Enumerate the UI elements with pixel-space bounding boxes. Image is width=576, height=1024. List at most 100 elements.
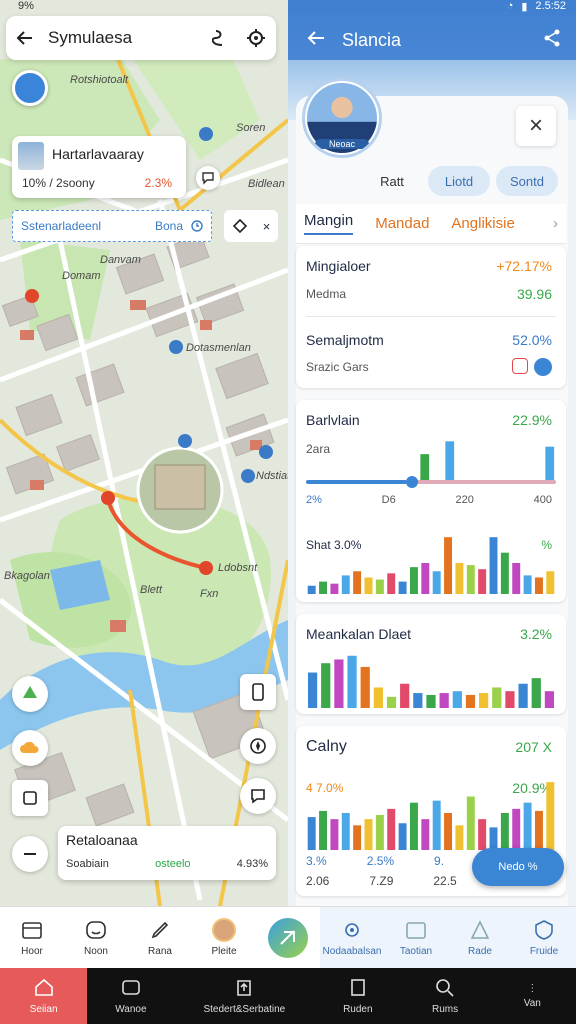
system-bar: Seiian Wanoe Stedert&Serbatine Ruden Rum…	[0, 968, 576, 1024]
nav-item-pleite[interactable]: Pleite	[192, 907, 256, 968]
minus-icon[interactable]	[12, 836, 48, 872]
chart-bar	[307, 585, 316, 594]
calendar-icon	[20, 918, 44, 942]
chart-bar	[478, 819, 487, 850]
home-icon	[33, 977, 55, 1000]
segment-button[interactable]: Ratt	[364, 166, 420, 196]
close-icon[interactable]: ×	[263, 219, 271, 234]
chart-bar	[465, 694, 476, 708]
avatar[interactable]: Neoac	[302, 78, 382, 158]
close-button[interactable]: ×	[516, 106, 556, 146]
chart-title: Barlvlain	[306, 412, 360, 428]
share-icon[interactable]	[542, 28, 562, 53]
place-card[interactable]: Hartarlavaaray 10% / 2soony 2.3%	[12, 136, 186, 198]
chart-bar	[307, 672, 318, 708]
nav-item-center[interactable]	[256, 907, 320, 968]
layers-icon[interactable]	[232, 218, 248, 234]
chart-bar	[489, 827, 498, 850]
cloud-icon[interactable]	[12, 730, 48, 766]
clock-icon[interactable]	[191, 220, 203, 232]
map-search-bar[interactable]: Sstenarladeenl Bona	[12, 210, 212, 242]
route-icon[interactable]	[212, 29, 228, 47]
tab-mangin[interactable]: Mangin	[304, 212, 354, 235]
chart-bar	[387, 808, 396, 850]
stat-value: +72.17%	[496, 258, 552, 274]
range-slider[interactable]	[306, 476, 556, 488]
route-summary-card[interactable]: Retaloanaa Soabiain osteelo 4.93%	[58, 826, 276, 880]
segment-button[interactable]: Sontd	[496, 166, 558, 196]
pen-icon	[148, 918, 172, 942]
close-icon: ×	[528, 112, 543, 139]
map-label: Bidlean	[248, 178, 285, 190]
floating-action-button[interactable]: Nedo %	[472, 848, 564, 886]
chart-bar	[545, 446, 555, 484]
chevron-right-icon[interactable]: ›	[553, 215, 558, 232]
chart-bar	[426, 694, 436, 708]
search-icon	[434, 977, 456, 1000]
chart-bar	[500, 812, 509, 850]
chart-bar	[444, 812, 453, 850]
sys-item-rums[interactable]: Rums	[401, 968, 488, 1024]
compass-icon[interactable]	[240, 728, 276, 764]
chart-foot-label: 9.	[434, 854, 445, 868]
back-arrow-icon[interactable]	[306, 28, 326, 53]
tab-bar: Mangin Mandad Anglikisie ›	[296, 204, 566, 244]
sys-item-stedert[interactable]: Stedert&Serbatine	[175, 968, 315, 1024]
sys-item-home[interactable]: Seiian	[0, 968, 88, 1024]
back-arrow-icon[interactable]	[16, 29, 34, 47]
nav-item-rade[interactable]: Rade	[448, 907, 512, 968]
segment-button[interactable]: Liotd	[428, 166, 490, 196]
tree-icon[interactable]	[12, 676, 48, 712]
chart-bar	[466, 796, 475, 850]
moon-icon[interactable]	[534, 358, 552, 376]
shield-icon	[532, 918, 556, 942]
chart-bar	[360, 666, 370, 708]
more-icon: ⋮	[527, 983, 538, 994]
chart-bar	[505, 691, 515, 708]
sys-label: Van	[523, 998, 541, 1009]
chat-bubble-icon[interactable]	[196, 166, 220, 190]
chart-foot-value: 2.06	[306, 874, 330, 888]
nav-item-nodaabalsan[interactable]: Nodaabalsan	[320, 907, 384, 968]
locate-icon[interactable]	[246, 28, 266, 48]
chart-bar	[375, 815, 384, 850]
chart-bar	[330, 583, 339, 594]
map-label: Ndstiat	[256, 470, 288, 482]
square-icon[interactable]	[12, 780, 48, 816]
message-icon[interactable]	[240, 778, 276, 814]
chart-title: Meankalan Dlaet	[306, 626, 412, 642]
chart-bar	[373, 687, 383, 708]
sys-item-wanoe[interactable]: Wanoe	[87, 968, 174, 1024]
slider-handle[interactable]	[406, 476, 418, 488]
chart-bar	[512, 563, 521, 594]
sys-item-ruden[interactable]: Ruden	[314, 968, 401, 1024]
chart-bar	[400, 683, 410, 708]
triangle-icon	[468, 918, 492, 942]
map-view[interactable]: Rotshiotoalt Danvam Soren Domam Bidlean …	[0, 0, 288, 906]
tab-anglikisie[interactable]: Anglikisie	[451, 215, 514, 232]
slider-label: 2%	[306, 494, 322, 506]
nav-item-taotian[interactable]: Taotian	[384, 907, 448, 968]
nav-item-fruide[interactable]: Fruide	[512, 907, 576, 968]
sys-item-van[interactable]: ⋮ Van	[489, 968, 576, 1024]
nav-item-hoor[interactable]: Hoor	[0, 907, 64, 968]
my-location-button[interactable]	[12, 70, 48, 106]
sys-label: Wanoe	[115, 1004, 147, 1015]
tab-mandad[interactable]: Mandad	[375, 215, 429, 232]
chart-bar	[409, 567, 418, 594]
map-label: Blett	[140, 584, 163, 596]
stat-label: Semaljmotm	[306, 332, 384, 348]
bar-chart-2	[307, 537, 555, 594]
calendar-icon	[404, 918, 428, 942]
nav-item-rana[interactable]: Rana	[128, 907, 192, 968]
chart-bar	[364, 577, 373, 594]
alert-icon[interactable]	[512, 358, 528, 374]
chart-bar	[478, 569, 487, 594]
search-chip[interactable]: Bona	[155, 219, 183, 233]
nav-item-noon[interactable]: Noon	[64, 907, 128, 968]
device-icon[interactable]	[240, 674, 276, 710]
chart-bar	[534, 577, 543, 594]
chart-bar	[334, 659, 344, 708]
chart-foot-value: 22.5	[433, 874, 457, 888]
gear-icon	[340, 918, 364, 942]
